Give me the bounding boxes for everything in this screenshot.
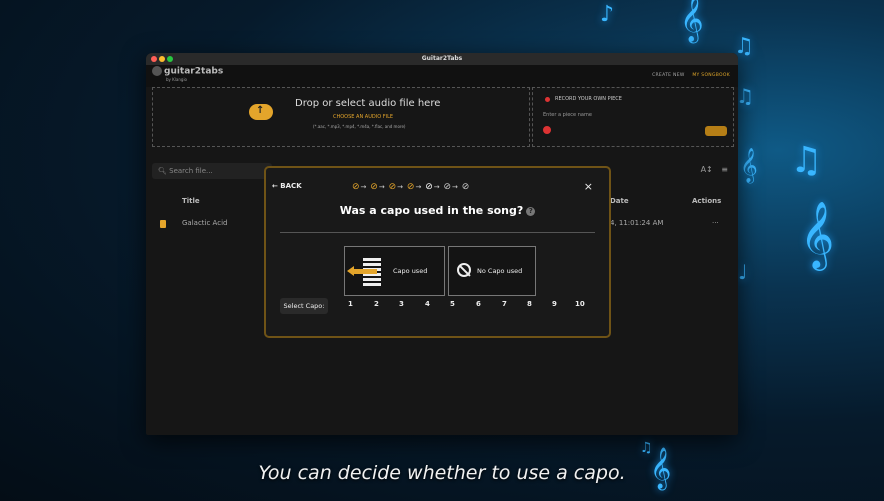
filter-icon[interactable]: ≡	[721, 165, 728, 174]
no-capo-option[interactable]: No Capo used	[448, 246, 536, 296]
capo-fret-option[interactable]: 3	[399, 300, 404, 308]
window-titlebar: Guitar2Tabs	[146, 53, 738, 65]
search-placeholder: Search file...	[169, 167, 213, 175]
question-text: Was a capo used in the song?	[339, 204, 524, 217]
choose-file-link[interactable]: CHOOSE AN AUDIO FILE	[333, 114, 393, 120]
step-done-icon: ⊘	[406, 182, 415, 192]
row-title: Galactic Acid	[182, 219, 228, 227]
record-title: RECORD YOUR OWN PIECE	[555, 96, 622, 102]
capo-fret-option[interactable]: 7	[502, 300, 507, 308]
search-icon: 🔍︎	[158, 167, 167, 175]
app-header: guitar2tabs by Klangio CREATE NEW MY SON…	[146, 65, 738, 87]
column-actions: Actions	[692, 197, 722, 205]
logo-subtitle: by Klangio	[166, 76, 187, 82]
video-caption: You can decide whether to use a capo.	[258, 462, 626, 484]
app-logo[interactable]: guitar2tabs by Klangio	[152, 66, 223, 82]
capo-dialog: ← BACK ⊘→ ⊘→ ⊘→ ⊘→ ⊘→ ⊘→ ⊘ × Was a capo …	[264, 166, 611, 338]
nav-my-songbook[interactable]: MY SONGBOOK	[692, 73, 730, 78]
record-submit-button[interactable]	[705, 126, 727, 136]
no-capo-label: No Capo used	[477, 267, 523, 275]
list-tools: A↕ ≡	[695, 165, 728, 174]
music-note-icon: ♫	[736, 84, 754, 108]
capo-fret-option[interactable]: 2	[374, 300, 379, 308]
step-todo-icon: ⊘	[443, 182, 452, 192]
row-actions-menu[interactable]: ···	[712, 219, 719, 227]
logo-text: guitar2tabs	[164, 66, 224, 77]
record-dot-icon	[545, 97, 550, 102]
music-note-icon: ♩	[738, 260, 748, 284]
window-title: Guitar2Tabs	[421, 55, 463, 62]
upload-dropzone[interactable]: Drop or select audio file here CHOOSE AN…	[152, 87, 530, 147]
column-date[interactable]: Date	[610, 197, 629, 205]
capo-fret-option[interactable]: 4	[425, 300, 430, 308]
capo-bar-icon	[351, 269, 377, 274]
upload-formats: (*.aac, *.mp3, *.mp4, *.m4a, *.flac, and…	[313, 124, 406, 129]
select-capo-label: Select Capo:	[280, 298, 328, 314]
nav-create-new[interactable]: CREATE NEW	[652, 73, 685, 78]
piece-name-input[interactable]: Enter a piece name	[543, 112, 592, 118]
step-current-icon: ⊘	[425, 182, 433, 192]
dialog-question: Was a capo used in the song??	[266, 204, 609, 217]
sort-icon[interactable]: A↕	[701, 165, 713, 174]
divider	[280, 232, 595, 233]
file-icon	[160, 220, 166, 228]
treble-clef-icon: 𝄞	[740, 148, 758, 183]
capo-fret-option[interactable]: 8	[527, 300, 532, 308]
capo-used-option[interactable]: Capo used	[344, 246, 445, 296]
music-note-icon: ♫	[790, 140, 823, 181]
capo-fret-option[interactable]: 1	[348, 300, 353, 308]
column-title[interactable]: Title	[182, 197, 200, 205]
step-done-icon: ⊘	[370, 182, 378, 192]
cloud-upload-icon	[249, 104, 273, 120]
capo-fret-option[interactable]: 5	[450, 300, 455, 308]
help-icon[interactable]: ?	[526, 206, 536, 216]
row-date: 4, 11:01:24 AM	[610, 219, 664, 227]
music-note-icon: ♪	[600, 2, 615, 27]
no-entry-icon	[457, 263, 471, 277]
guitar-logo-icon	[152, 66, 162, 76]
step-done-icon: ⊘	[352, 182, 360, 192]
capo-used-label: Capo used	[393, 267, 428, 275]
upload-headline: Drop or select audio file here	[295, 98, 441, 109]
search-input[interactable]: 🔍︎ Search file...	[152, 163, 272, 179]
record-button[interactable]	[543, 126, 551, 134]
step-indicator: ⊘→ ⊘→ ⊘→ ⊘→ ⊘→ ⊘→ ⊘	[352, 182, 470, 192]
record-panel: RECORD YOUR OWN PIECE Enter a piece name	[532, 87, 734, 147]
step-todo-icon: ⊘	[461, 182, 470, 192]
close-dialog-button[interactable]: ×	[584, 180, 593, 193]
treble-clef-icon: 𝄞	[800, 200, 835, 268]
back-button[interactable]: ← BACK	[272, 182, 302, 190]
capo-fret-option[interactable]: 6	[476, 300, 481, 308]
capo-fret-option[interactable]: 9	[552, 300, 557, 308]
treble-clef-icon: 𝄞	[680, 0, 704, 42]
capo-fret-option[interactable]: 10	[575, 300, 585, 308]
step-done-icon: ⊘	[388, 182, 397, 192]
arrow-left-icon	[347, 266, 354, 276]
top-nav: CREATE NEW MY SONGBOOK	[646, 73, 730, 78]
